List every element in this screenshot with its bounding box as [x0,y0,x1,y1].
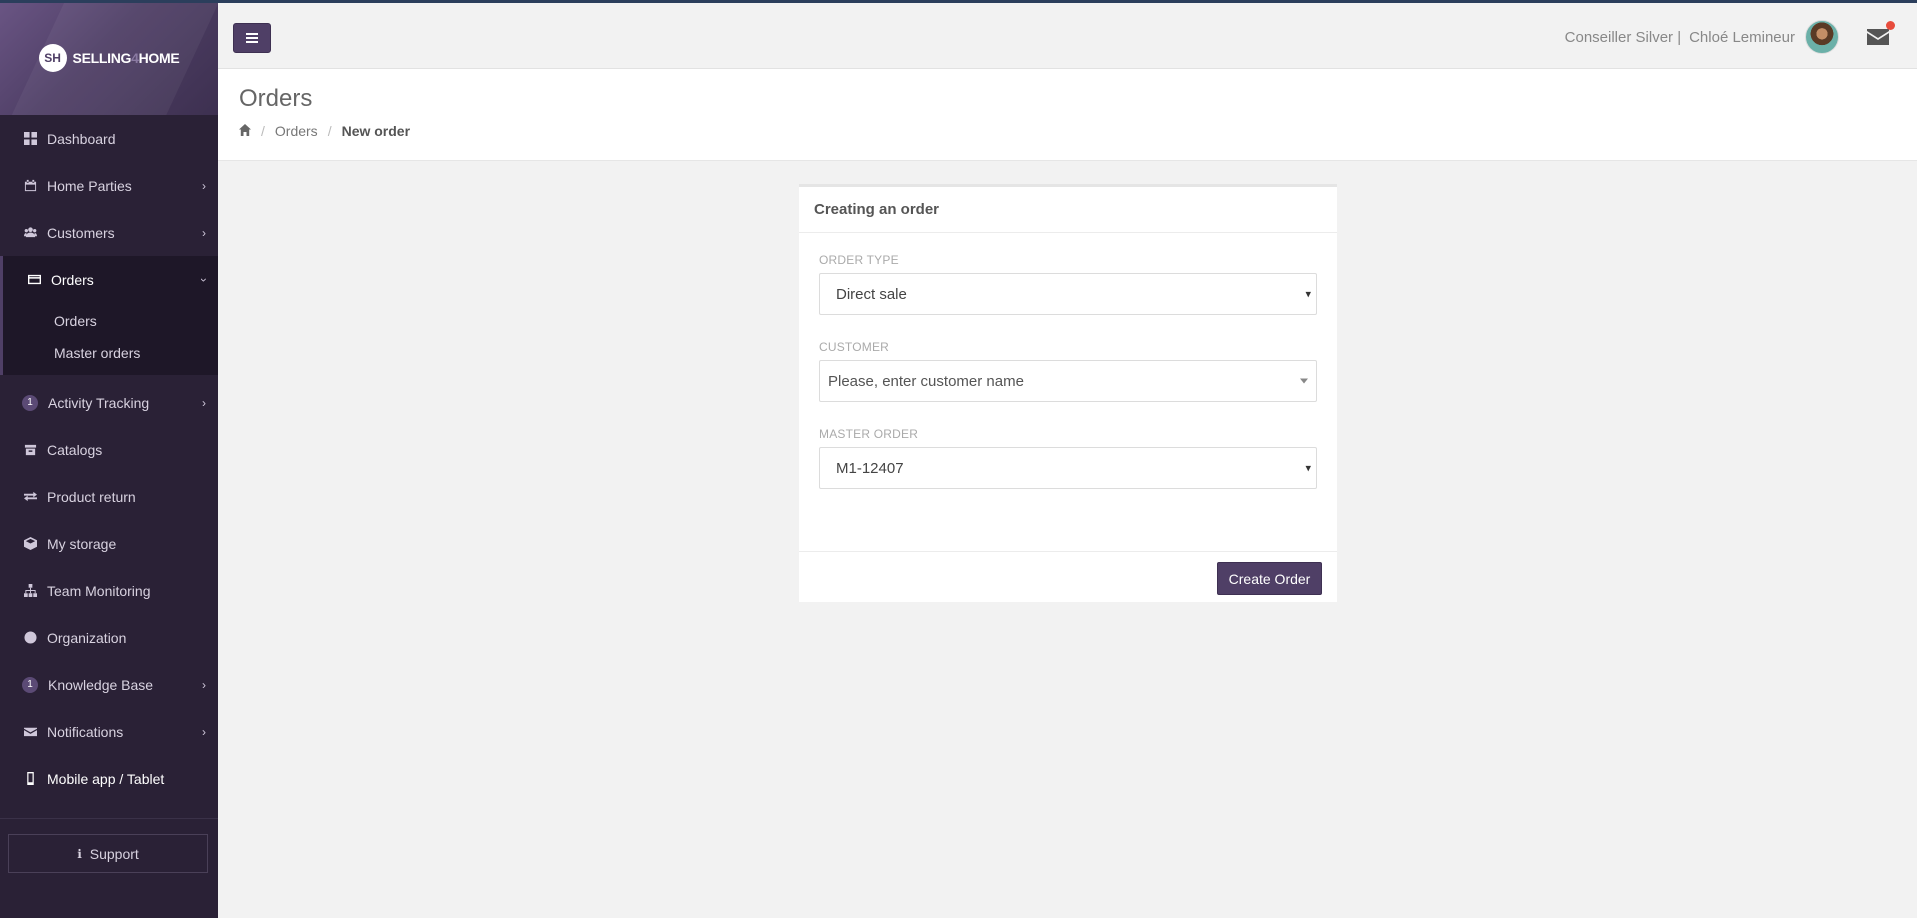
sidebar-subitem-master-orders[interactable]: Master orders [3,337,218,369]
credit-card-icon [27,273,41,287]
user-area: Conseiller Silver | Chloé Lemineur [1564,19,1895,55]
sidebar-item-label: Team Monitoring [47,582,151,599]
breadcrumb-orders[interactable]: Orders [275,123,318,139]
breadcrumb-separator: / [327,123,332,139]
sidebar-item-dashboard[interactable]: Dashboard [0,115,218,162]
info-icon: ℹ [77,846,82,861]
notification-dot [1886,21,1895,30]
order-type-select[interactable]: Direct sale ▾ [819,273,1317,315]
mobile-icon [23,772,37,786]
master-order-select[interactable]: M1-12407 ▾ [819,447,1317,489]
top-accent-line [0,0,1917,3]
order-type-value: Direct sale [836,285,907,303]
calendar-icon [23,179,37,193]
sidebar-item-organization[interactable]: Organization [0,614,218,661]
orders-submenu: Orders Master orders [0,303,218,375]
sidebar-item-orders[interactable]: Orders › [0,256,218,303]
sidebar-item-my-storage[interactable]: My storage [0,520,218,567]
sidebar-item-label: My storage [47,535,117,552]
cube-icon [23,537,37,551]
customer-placeholder: Please, enter customer name [828,372,1024,390]
sidebar-item-label: Mobile app / Tablet [47,770,165,787]
top-header: Conseiller Silver | Chloé Lemineur [218,3,1917,69]
sidebar-item-catalogs[interactable]: Catalogs [0,426,218,473]
sidebar-item-notifications[interactable]: Notifications › [0,708,218,755]
logo-text: SELLING4HOME [72,49,180,66]
sidebar-item-label: Orders [51,271,94,288]
avatar[interactable] [1805,20,1839,54]
master-order-group: MASTER ORDER M1-12407 ▾ [819,427,1317,489]
support-button[interactable]: ℹ Support [8,834,208,873]
chevron-right-icon: › [202,395,206,410]
sidebar-item-label: Organization [47,629,127,646]
sidebar: SH SELLING4HOME Dashboard Home Parties ›… [0,0,218,918]
sidebar-item-label: Activity Tracking [48,394,150,411]
sidebar-item-label: Catalogs [47,441,103,458]
chevron-right-icon: › [202,178,206,193]
sidebar-item-home-parties[interactable]: Home Parties › [0,162,218,209]
home-icon[interactable] [239,123,251,139]
user-name[interactable]: Chloé Lemineur [1689,29,1795,46]
users-icon [23,226,37,240]
archive-icon [23,443,37,457]
chevron-down-icon: ▾ [1305,288,1311,301]
sidebar-item-label: Customers [47,224,115,241]
customer-label: CUSTOMER [819,340,890,354]
sidebar-item-label: Notifications [47,723,124,740]
sidebar-item-knowledge-base[interactable]: 1 Knowledge Base › [0,661,218,708]
brand-logo[interactable]: SH SELLING4HOME [0,0,218,115]
sidebar-item-label: Knowledge Base [48,676,154,693]
sidebar-item-mobile-app[interactable]: Mobile app / Tablet [0,755,218,802]
breadcrumb-separator: / [261,123,265,139]
order-type-group: ORDER TYPE Direct sale ▾ [819,253,1317,315]
card-body: ORDER TYPE Direct sale ▾ CUSTOMER Please… [799,233,1337,551]
sidebar-item-label: Product return [47,488,136,505]
menu-toggle-button[interactable] [233,23,271,53]
chevron-right-icon: › [202,724,206,739]
mail-button[interactable] [1867,21,1895,45]
sidebar-subitem-orders[interactable]: Orders [3,305,218,337]
count-badge: 1 [22,676,38,693]
card-footer: Create Order [799,551,1337,602]
dashboard-icon [23,132,37,146]
hamburger-icon [246,31,258,45]
chevron-right-icon: › [202,225,206,240]
breadcrumb-current: New order [341,123,411,139]
sitemap-icon [23,584,37,598]
support-label: Support [89,845,139,862]
exchange-icon [23,490,37,504]
master-order-value: M1-12407 [836,459,904,477]
customer-select[interactable]: Please, enter customer name [819,360,1317,402]
logo-mark: SH [38,43,67,72]
user-rank: Conseiller Silver | [1564,28,1682,46]
sidebar-item-team-monitoring[interactable]: Team Monitoring [0,567,218,614]
chevron-down-icon: › [197,277,211,282]
sidebar-item-product-return[interactable]: Product return [0,473,218,520]
chevron-down-icon: ▾ [1305,462,1311,475]
sidebar-item-label: Dashboard [47,130,116,147]
sidebar-item-customers[interactable]: Customers › [0,209,218,256]
customer-group: CUSTOMER Please, enter customer name [819,340,1317,402]
page-heading: Orders / Orders / New order [218,69,1917,161]
envelope-icon [23,725,37,739]
sidebar-item-label: Home Parties [47,177,132,194]
chevron-right-icon: › [202,677,206,692]
create-order-card: Creating an order ORDER TYPE Direct sale… [799,184,1337,602]
page-title: Orders [239,85,313,112]
count-badge: 1 [22,394,38,411]
sidebar-nav: Dashboard Home Parties › Customers › Ord… [0,115,218,802]
breadcrumb: / Orders / New order [239,123,410,139]
order-type-label: ORDER TYPE [819,253,899,267]
globe-icon [23,631,37,645]
create-order-button[interactable]: Create Order [1217,562,1322,595]
sidebar-item-activity-tracking[interactable]: 1 Activity Tracking › [0,379,218,426]
card-title: Creating an order [799,187,1337,233]
caret-down-icon [1300,378,1308,384]
master-order-label: MASTER ORDER [819,427,919,441]
sidebar-divider [0,818,218,819]
envelope-icon [1867,29,1889,45]
